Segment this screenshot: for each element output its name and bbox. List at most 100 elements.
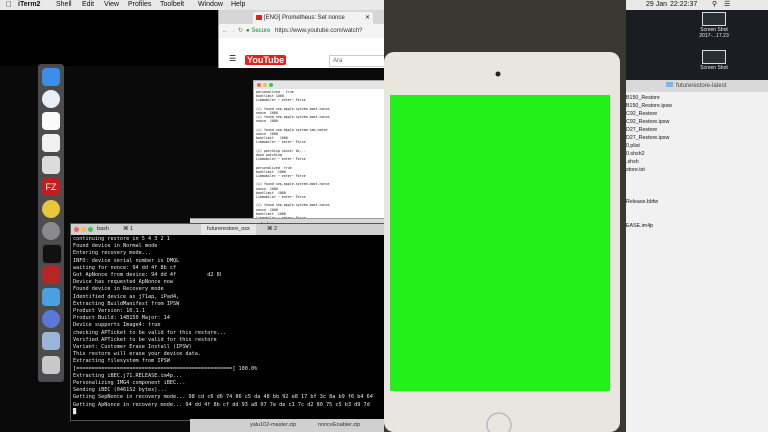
address-bar[interactable]: ← → ↻ ● Secure https://www.youtube.com/watc… — [219, 24, 385, 39]
terminal-window-main: bash ⌘ 1 futurerestore_osx ⌘ 2 continuin… — [70, 223, 386, 421]
finder-title-bar[interactable]: futurerestore-latest — [626, 80, 768, 92]
finder-icon[interactable] — [42, 68, 60, 86]
menu-item-shell[interactable]: Shell — [56, 0, 72, 10]
tab-futurerestore[interactable]: futurerestore_osx — [201, 224, 256, 235]
terminal-line: Device has requested ApNonce now — [73, 279, 173, 286]
terminal-line: Sending iBEC (0461S2 bytes)... — [73, 387, 167, 394]
tab-futurerestore-shortcut: ⌘ 2 — [267, 226, 278, 232]
terminal-line: This restore will erase your device data… — [73, 351, 202, 358]
youtube-header: ☰ YouTube Ara — [219, 38, 390, 67]
terminal-output-secondary: personalized true bootlimit 1000 Libmobile… — [256, 90, 382, 224]
search-icon[interactable]: ⚲ — [712, 0, 717, 10]
downloads-stack-icon[interactable] — [42, 332, 60, 350]
front-camera-icon — [495, 71, 501, 77]
terminal-title-bar[interactable] — [254, 81, 384, 89]
menu-item-profiles[interactable]: Profiles — [128, 0, 151, 10]
terminal-line: Getting SepNonce in recovery mode... 98 … — [73, 394, 373, 401]
terminal-line: Personalizing IMG4 component iBEC... — [73, 380, 186, 387]
finder-file-item — [626, 214, 768, 222]
tab-bash[interactable]: bash — [97, 224, 109, 235]
terminal-line: [=======================================… — [73, 365, 258, 372]
finder-file-item: D27_Restore.ipsw — [626, 135, 670, 141]
system-prefs-icon[interactable] — [42, 222, 60, 240]
menubar-right: 29 Jan 22:22:37 ⚲ ☰ — [626, 0, 768, 10]
menu-item-help[interactable]: Help — [231, 0, 245, 10]
finder-file-list: B150_Restore B150_Restore.ipsw C92_Restore… — [626, 94, 768, 430]
lock-icon: ● — [246, 28, 250, 34]
textedit-icon[interactable] — [42, 134, 60, 152]
secure-label: Secure — [251, 28, 271, 34]
home-button-icon — [486, 412, 512, 432]
finder-file-item: C92_Restore.ipsw — [626, 119, 670, 125]
finder-file-item — [626, 182, 768, 190]
finder-file-item — [626, 190, 768, 198]
camera-feed — [384, 0, 626, 432]
window-close-icon[interactable] — [257, 83, 261, 87]
download-item-1[interactable]: yalu102-master.zip — [250, 419, 296, 432]
terminal-window-secondary: personalized true bootlimit 1000 Libmobile… — [253, 80, 385, 227]
download-item-2[interactable]: nonceEnabler.zip — [318, 419, 360, 432]
terminal-line: Identified device as j71ap, iPad4, — [73, 293, 180, 300]
photo-booth-icon[interactable] — [42, 266, 60, 284]
window-zoom-icon[interactable] — [88, 227, 93, 232]
youtube-logo[interactable]: YouTube — [245, 54, 287, 66]
menu-list-icon[interactable]: ☰ — [724, 0, 730, 10]
notes-icon[interactable] — [42, 112, 60, 130]
back-icon[interactable]: ← — [219, 28, 230, 34]
iterm-icon[interactable] — [42, 244, 62, 264]
browser-tab-bar: [ENG] Prometheus: Set nonce ✕ — [219, 10, 385, 24]
youtube-search-input[interactable]: Ara — [329, 55, 390, 67]
terminal-line: Verified APTicket to be valid for this r… — [73, 336, 217, 343]
terminal-line: Device supports Image4: true — [73, 322, 161, 329]
redacted-overlay — [221, 244, 301, 276]
close-tab-icon[interactable]: ✕ — [365, 12, 370, 24]
screenshot-label-2: Screen Shot — [700, 65, 728, 71]
screenshot-label-1b: 2017-...17.23 — [699, 33, 729, 39]
finder-file-item: C92_Restore — [626, 111, 658, 117]
downloads-bar: yalu102-master.zip nonceEnabler.zip — [190, 419, 384, 432]
terminal-line: Extracting BuildManifest from IPSW — [73, 300, 180, 307]
finder-file-item — [626, 174, 768, 182]
window-minimize-icon[interactable] — [81, 227, 86, 232]
finder-file-item: D27_Restore — [626, 127, 658, 133]
menu-item-window[interactable]: Window — [198, 0, 223, 10]
screenshot-file-icon[interactable] — [702, 12, 726, 26]
menu-item-view[interactable]: View — [104, 0, 119, 10]
preview-icon[interactable] — [42, 156, 60, 174]
tab-bash-shortcut: ⌘ 1 — [123, 226, 134, 232]
maps-icon[interactable] — [42, 288, 60, 306]
ipad-screen — [390, 95, 610, 391]
url-text[interactable]: https://www.youtube.com/watch? — [275, 28, 362, 34]
finder-file-item: store.txt — [626, 167, 645, 173]
window-close-icon[interactable] — [74, 227, 79, 232]
browser-tab-title: [ENG] Prometheus: Set nonce — [264, 15, 345, 21]
menu-item-toolbelt[interactable]: Toolbelt — [160, 0, 184, 10]
forward-icon[interactable]: → — [230, 28, 238, 34]
window-zoom-icon[interactable] — [269, 83, 273, 87]
finder-file-item: 0.shsh2 — [626, 151, 645, 157]
terminal-line: Extracting iBEC.j71.RELEASE.im4p... — [73, 372, 183, 379]
screenshot-file-icon[interactable] — [702, 50, 726, 64]
hamburger-menu-icon[interactable]: ☰ — [229, 54, 236, 63]
menu-item-edit[interactable]: Edit — [82, 0, 94, 10]
terminal-line: Found device in Recovery mode — [73, 286, 164, 293]
menu-item-app[interactable]: iTerm2 — [18, 0, 40, 10]
window-minimize-icon[interactable] — [263, 83, 267, 87]
terminal-line: Product Build: 14B150 Major: 14 — [73, 315, 170, 322]
secondary-desktop: 29 Jan 22:22:37 ⚲ ☰ Screen Shot 2017-...… — [626, 0, 768, 432]
finder-window: futurerestore-latest B150_Restore B150_Re… — [626, 80, 768, 432]
finder-file-item: Release.bbfw — [626, 199, 659, 205]
chrome-icon[interactable] — [42, 200, 60, 218]
itunes-icon[interactable] — [42, 310, 60, 328]
apple-menu-icon[interactable]:  — [6, 0, 12, 10]
finder-file-item — [626, 206, 768, 214]
browser-tab[interactable]: [ENG] Prometheus: Set nonce ✕ — [253, 12, 373, 24]
safari-icon[interactable] — [42, 90, 60, 108]
menubar-time: 22:22:37 — [670, 1, 698, 8]
menubar-date: 29 Jan — [646, 1, 668, 8]
filezilla-icon[interactable]: FZ — [42, 178, 60, 196]
trash-icon[interactable] — [42, 356, 60, 374]
reload-icon[interactable]: ↻ — [238, 28, 246, 34]
folder-icon — [666, 82, 673, 87]
terminal-line: █ — [73, 408, 77, 415]
